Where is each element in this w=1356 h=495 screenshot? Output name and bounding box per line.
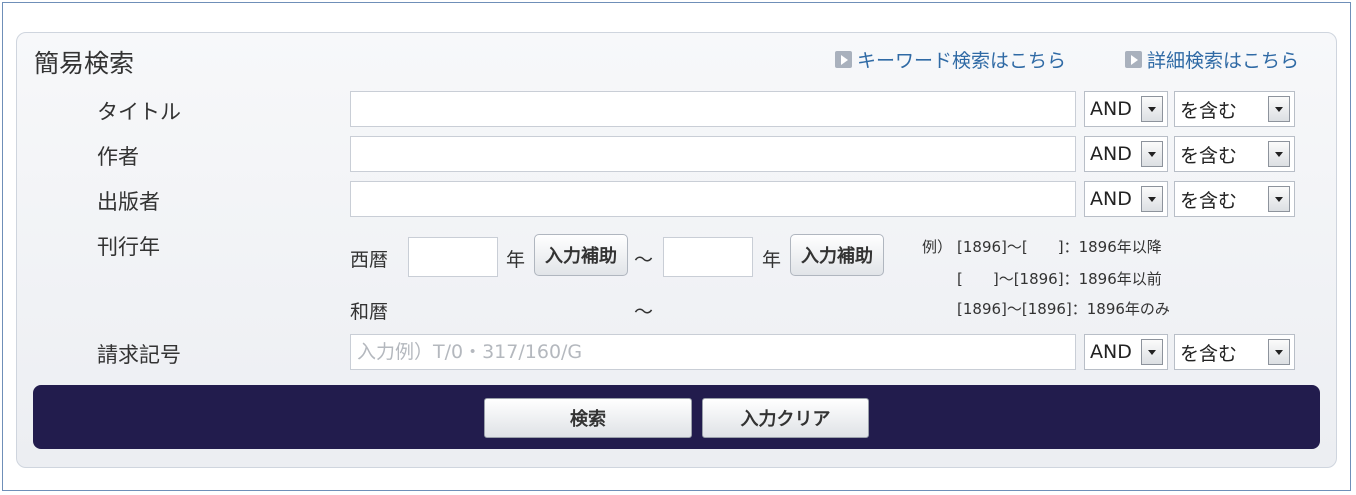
- title-input[interactable]: [350, 91, 1076, 127]
- year-to-assist-button[interactable]: 入力補助: [790, 234, 884, 276]
- chevron-down-icon: [1141, 339, 1163, 365]
- chevron-down-icon: [1141, 186, 1163, 212]
- example-line-only: [1896]～[1896]：1896年のみ: [957, 300, 1170, 318]
- chevron-down-icon: [1268, 186, 1290, 212]
- year-from-assist-button[interactable]: 入力補助: [534, 234, 628, 276]
- publisher-match-value: を含む: [1180, 189, 1238, 212]
- callnumber-match-select[interactable]: を含む: [1174, 334, 1295, 370]
- callnumber-operator-value: AND: [1090, 341, 1132, 363]
- chevron-down-icon: [1268, 339, 1290, 365]
- callnumber-input[interactable]: [350, 334, 1076, 370]
- chevron-down-icon: [1141, 96, 1163, 122]
- chevron-down-icon: [1141, 141, 1163, 167]
- keyword-search-link[interactable]: キーワード検索はこちら: [835, 46, 1066, 73]
- example-prefix: 例）: [922, 238, 953, 256]
- clear-button[interactable]: 入力クリア: [702, 398, 869, 438]
- publisher-match-select[interactable]: を含む: [1174, 181, 1295, 217]
- callnumber-operator-select[interactable]: AND: [1084, 334, 1168, 370]
- year-unit-label: 年: [762, 249, 782, 271]
- example-line-after: [1896]～[ ]：1896年以降: [957, 238, 1162, 256]
- search-button[interactable]: 検索: [484, 398, 692, 438]
- pubyear-label: 刊行年: [97, 235, 160, 259]
- author-operator-select[interactable]: AND: [1084, 136, 1168, 172]
- title-match-select[interactable]: を含む: [1174, 91, 1295, 127]
- author-match-select[interactable]: を含む: [1174, 136, 1295, 172]
- title-label: タイトル: [97, 100, 181, 124]
- year-unit-label: 年: [506, 249, 526, 271]
- range-tilde: ～: [634, 249, 654, 271]
- detail-search-link[interactable]: 詳細検索はこちら: [1125, 46, 1299, 73]
- publisher-label: 出版者: [97, 190, 160, 214]
- western-era-label: 西暦: [350, 249, 389, 271]
- publisher-input[interactable]: [350, 181, 1076, 217]
- year-to-input[interactable]: [663, 237, 753, 277]
- title-operator-value: AND: [1090, 98, 1132, 120]
- japanese-range-tilde: ～: [634, 301, 654, 323]
- chevron-down-icon: [1268, 96, 1290, 122]
- title-operator-select[interactable]: AND: [1084, 91, 1168, 127]
- author-input[interactable]: [350, 136, 1076, 172]
- callnumber-label: 請求記号: [97, 343, 181, 367]
- author-label: 作者: [97, 145, 139, 169]
- publisher-operator-select[interactable]: AND: [1084, 181, 1168, 217]
- keyword-search-link-label: キーワード検索はこちら: [857, 50, 1067, 72]
- detail-search-link-label: 詳細検索はこちら: [1147, 50, 1300, 72]
- title-match-value: を含む: [1180, 99, 1238, 122]
- author-match-value: を含む: [1180, 144, 1238, 167]
- year-from-input[interactable]: [408, 237, 498, 277]
- callnumber-match-value: を含む: [1180, 342, 1238, 365]
- arrow-right-icon: [835, 51, 852, 68]
- chevron-down-icon: [1268, 141, 1290, 167]
- panel-title: 簡易検索: [34, 49, 135, 78]
- example-line-before: [ ]～[1896]：1896年以前: [957, 270, 1162, 288]
- japanese-era-label: 和暦: [350, 301, 389, 323]
- author-operator-value: AND: [1090, 143, 1132, 165]
- arrow-right-icon: [1125, 51, 1142, 68]
- publisher-operator-value: AND: [1090, 188, 1132, 210]
